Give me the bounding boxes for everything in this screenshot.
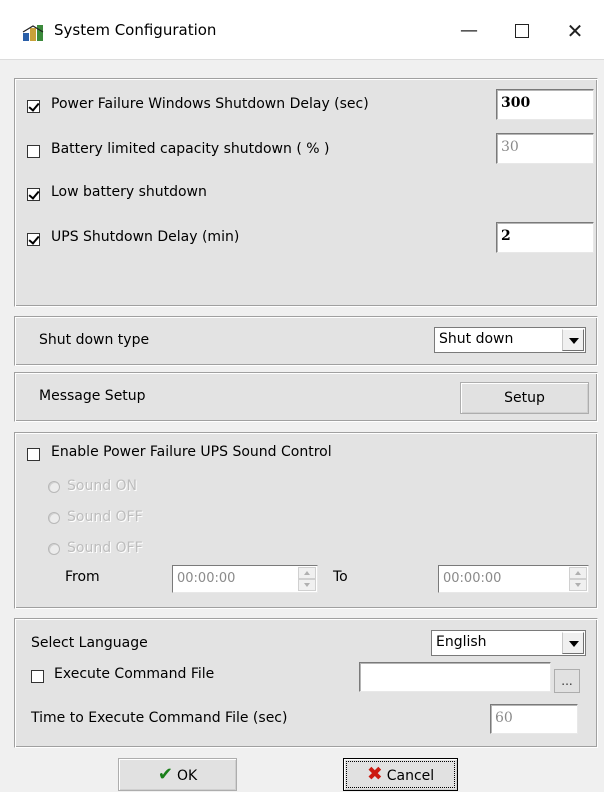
setup-button[interactable]: Setup (460, 382, 589, 414)
shutdown-type-value: Shut down (439, 331, 514, 347)
from-time-value: 00:00:00 (177, 571, 236, 586)
spin-up-icon[interactable] (569, 567, 587, 579)
chevron-down-icon[interactable] (562, 329, 584, 351)
check-icon: ✔ (157, 764, 173, 785)
sound-off-scheduled-label: Sound OFF (67, 540, 143, 556)
title-bar[interactable]: System Configuration — ✕ (0, 0, 604, 60)
ok-label: OK (176, 768, 198, 784)
sound-on-label: Sound ON (67, 478, 138, 494)
maximize-icon (515, 24, 529, 38)
power-failure-delay-input[interactable]: 300 (496, 89, 594, 120)
command-file-input[interactable] (359, 662, 551, 692)
sound-on-radio[interactable] (48, 481, 60, 493)
low-battery-label: Low battery shutdown (51, 184, 207, 200)
window-title: System Configuration (54, 21, 217, 39)
close-button[interactable]: ✕ (552, 14, 598, 48)
spin-up-icon[interactable] (298, 567, 316, 579)
to-time-spinner[interactable] (569, 567, 587, 591)
power-failure-label: Power Failure Windows Shutdown Delay (se… (51, 96, 369, 112)
to-time-input[interactable]: 00:00:00 (438, 565, 589, 593)
ups-delay-label: UPS Shutdown Delay (min) (51, 229, 240, 245)
maximize-button[interactable] (499, 14, 545, 48)
sound-control-label: Enable Power Failure UPS Sound Control (51, 444, 332, 460)
app-icon (22, 25, 44, 41)
minimize-button[interactable]: — (446, 14, 492, 48)
ok-button[interactable]: ✔ OK (118, 758, 237, 791)
from-time-input[interactable]: 00:00:00 (172, 565, 318, 593)
spin-down-icon[interactable] (569, 579, 587, 591)
shutdown-settings-panel: Power Failure Windows Shutdown Delay (se… (14, 78, 598, 307)
command-file-checkbox[interactable] (31, 670, 44, 683)
language-label: Select Language (31, 635, 148, 651)
battery-limited-label: Battery limited capacity shutdown ( % ) (51, 141, 330, 157)
browse-button[interactable]: ... (554, 669, 580, 693)
sound-off-radio[interactable] (48, 512, 60, 524)
from-time-spinner[interactable] (298, 567, 316, 591)
battery-limited-checkbox[interactable] (27, 145, 40, 158)
message-setup-panel: Message Setup Setup (14, 372, 598, 422)
language-select[interactable]: English (431, 630, 586, 656)
to-label: To (333, 569, 348, 585)
cancel-label: Cancel (386, 768, 435, 784)
ups-delay-checkbox[interactable] (27, 233, 40, 246)
sound-control-checkbox[interactable] (27, 448, 40, 461)
dialog-footer: ✔ OK ✖ Cancel (0, 750, 604, 791)
sound-off-scheduled-radio[interactable] (48, 543, 60, 555)
language-command-panel: Select Language English Execute Command … (14, 618, 598, 748)
language-value: English (436, 634, 487, 650)
to-time-value: 00:00:00 (443, 571, 502, 586)
shutdown-type-label: Shut down type (39, 332, 150, 348)
chevron-down-icon[interactable] (562, 632, 584, 654)
spin-down-icon[interactable] (298, 579, 316, 591)
sound-off-label: Sound OFF (67, 509, 143, 525)
sound-control-panel: Enable Power Failure UPS Sound Control S… (14, 432, 598, 609)
cancel-button[interactable]: ✖ Cancel (343, 758, 458, 791)
from-label: From (65, 569, 100, 585)
x-icon: ✖ (366, 763, 383, 785)
power-failure-checkbox[interactable] (27, 100, 40, 113)
shutdown-type-select[interactable]: Shut down (434, 327, 586, 353)
ups-delay-input[interactable]: 2 (496, 222, 594, 253)
shutdown-type-panel: Shut down type Shut down (14, 316, 598, 366)
low-battery-checkbox[interactable] (27, 188, 40, 201)
battery-limited-input[interactable]: 30 (496, 133, 594, 164)
execute-time-label: Time to Execute Command File (sec) (31, 710, 288, 726)
execute-time-input[interactable]: 60 (490, 704, 578, 734)
command-file-label: Execute Command File (54, 666, 215, 682)
message-setup-label: Message Setup (39, 388, 146, 404)
